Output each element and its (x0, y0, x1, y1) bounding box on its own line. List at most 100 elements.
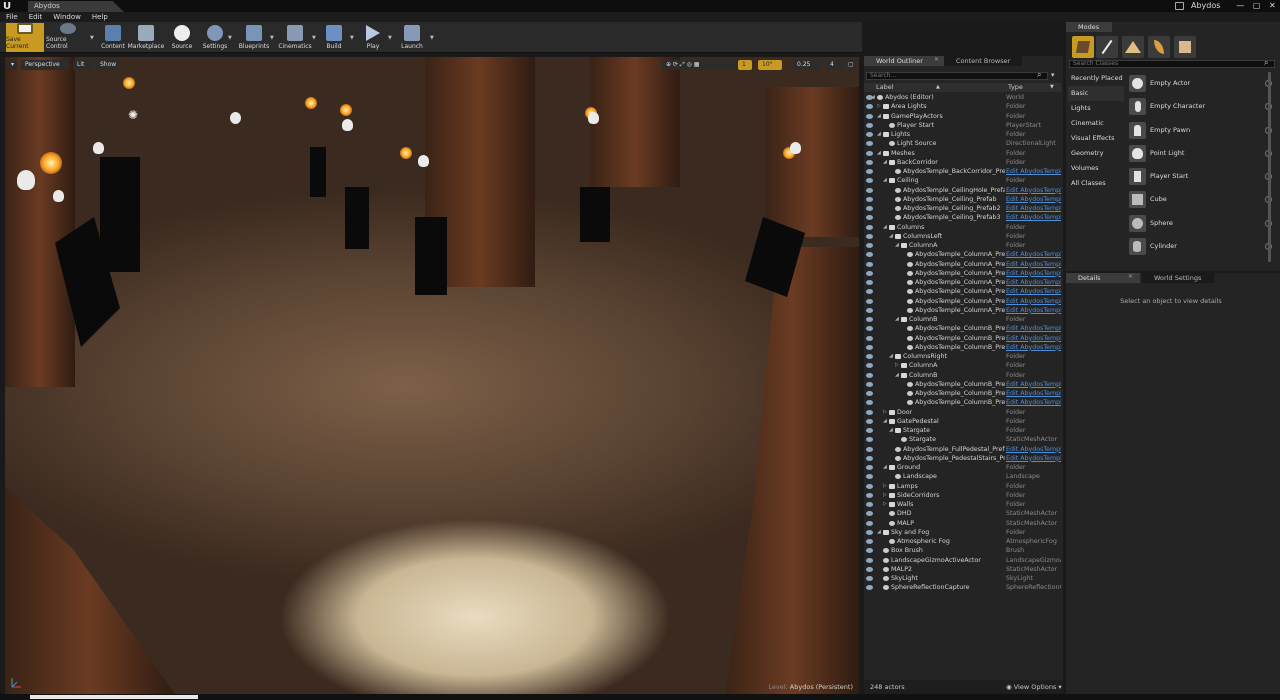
blueprints-dropdown-icon[interactable]: ▼ (270, 35, 274, 41)
tab-content-browser[interactable]: Content Browser (944, 56, 1022, 66)
point-light-icon[interactable] (93, 142, 104, 154)
edit-prefab-link[interactable]: Edit AbydosTempl (1006, 324, 1061, 333)
collapse-arrow-icon[interactable]: ◢ (889, 232, 893, 241)
collapse-arrow-icon[interactable]: ◢ (883, 417, 887, 426)
visibility-eye-icon[interactable] (866, 317, 873, 322)
table-row[interactable]: ◢ GatePedestal Folder (864, 417, 1061, 426)
visibility-eye-icon[interactable] (866, 132, 873, 137)
play-button[interactable]: Play (360, 23, 386, 52)
collapse-arrow-icon[interactable]: ◢ (895, 241, 899, 250)
table-row[interactable]: ◢ Columns Folder (864, 223, 1061, 232)
foliage-mode-icon[interactable] (1148, 36, 1170, 58)
table-row[interactable]: AbydosTemple_Ceiling_Prefab3 Edit AbydosT… (864, 213, 1061, 222)
minimize-button[interactable]: — (1236, 0, 1244, 12)
list-item[interactable]: Empty Actor? (1126, 72, 1274, 95)
table-row[interactable]: SphereReflectionCapture SphereReflectionC… (864, 583, 1061, 592)
table-row[interactable]: SkyLight SkyLight (864, 574, 1061, 583)
class-list-scrollbar[interactable] (1268, 72, 1271, 262)
table-row[interactable]: ◢ Lights Folder (864, 130, 1061, 139)
content-button[interactable]: Content (99, 23, 127, 52)
visibility-eye-icon[interactable] (866, 104, 873, 110)
visibility-eye-icon[interactable] (866, 233, 873, 239)
list-item[interactable]: Point Light? (1126, 142, 1274, 165)
list-item[interactable]: Empty Pawn? (1126, 119, 1274, 142)
play-dropdown-icon[interactable]: ▼ (388, 35, 392, 41)
edit-prefab-link[interactable]: Edit AbydosTempl (1006, 306, 1061, 315)
table-row[interactable]: AbydosTemple_ColumnB_PrefabEdit AbydosTe… (864, 324, 1061, 333)
visibility-eye-icon[interactable] (866, 400, 873, 406)
visibility-eye-icon[interactable] (866, 381, 873, 387)
settings-dropdown-icon[interactable]: ▼ (228, 35, 232, 41)
point-light-icon[interactable] (53, 190, 64, 202)
expand-arrow-icon[interactable]: ▷ (883, 500, 887, 509)
collapse-arrow-icon[interactable]: ◢ (883, 463, 887, 472)
collapse-arrow-icon[interactable]: ◢ (883, 223, 887, 232)
table-row[interactable]: Landscape Landscape (864, 472, 1061, 481)
visibility-eye-icon[interactable] (866, 363, 873, 369)
visibility-eye-icon[interactable] (866, 187, 873, 193)
visibility-eye-icon[interactable] (866, 428, 873, 433)
table-row[interactable]: ▷ Door Folder (864, 408, 1061, 417)
table-row[interactable]: AbydosTemple_FullPedestal_Prefab Edit Aby… (864, 445, 1061, 454)
document-tab[interactable]: Abydos (28, 1, 124, 12)
table-row[interactable]: AbydosTemple_ColumnB_PrefabEdit AbydosTe… (864, 343, 1061, 352)
visibility-eye-icon[interactable] (866, 354, 873, 359)
menu-edit[interactable]: Edit (29, 13, 43, 21)
collapse-arrow-icon[interactable]: ◢ (883, 176, 887, 185)
visibility-eye-icon[interactable] (866, 159, 873, 165)
visibility-eye-icon[interactable] (866, 150, 873, 156)
expand-arrow-icon[interactable]: ▷ (883, 408, 887, 417)
point-light-icon[interactable] (418, 155, 429, 167)
edit-prefab-link[interactable]: Edit AbydosTempl (1006, 287, 1061, 296)
edit-prefab-link[interactable]: Edit AbydosTempl (1006, 167, 1061, 176)
table-row[interactable]: AbydosTemple_CeilingHole_Prefab Edit Abyd… (864, 186, 1061, 195)
table-row[interactable]: ▷ Area Lights Folder (864, 102, 1061, 111)
search-classes-input[interactable]: Search Classes (1069, 60, 1275, 68)
launch-dropdown-icon[interactable]: ▼ (430, 35, 434, 41)
edit-prefab-link[interactable]: Edit AbydosTempl (1006, 260, 1061, 269)
table-row[interactable]: AbydosTemple_ColumnA_PrefabEdit AbydosTe… (864, 250, 1061, 259)
directional-light-icon[interactable]: ✺ (128, 109, 139, 121)
table-row[interactable]: ◢ GamePlayActors Folder (864, 112, 1061, 121)
table-row[interactable]: ▷ SideCorridors Folder (864, 491, 1061, 500)
table-row[interactable]: ◢ Stargate Folder (864, 426, 1061, 435)
visibility-eye-icon[interactable] (866, 335, 873, 341)
source-control-dropdown-icon[interactable]: ▼ (90, 35, 94, 41)
edit-prefab-link[interactable]: Edit AbydosTempl (1006, 297, 1061, 306)
geometry-mode-icon[interactable] (1174, 36, 1196, 58)
column-label[interactable]: Label (876, 83, 894, 92)
view-options-button[interactable]: ◉ View Options ▾ (1006, 680, 1062, 694)
visibility-eye-icon[interactable] (866, 372, 873, 378)
settings-button[interactable]: Settings (201, 23, 229, 52)
collapse-arrow-icon[interactable]: ◢ (877, 130, 881, 139)
maximize-viewport-button[interactable]: ▢ (848, 60, 856, 70)
edit-prefab-link[interactable]: Edit AbydosTempl (1006, 445, 1061, 454)
collapse-arrow-icon[interactable]: ◢ (895, 371, 899, 380)
table-row[interactable]: AbydosTemple_ColumnB_PrefabEdit AbydosTe… (864, 398, 1061, 407)
paint-mode-icon[interactable] (1096, 36, 1118, 58)
visibility-eye-icon[interactable] (866, 178, 873, 184)
menu-window[interactable]: Window (53, 13, 81, 21)
visibility-eye-icon[interactable] (866, 548, 873, 554)
perspective-button[interactable]: Perspective (21, 60, 69, 70)
category-visual-effects[interactable]: Visual Effects (1068, 131, 1124, 146)
table-row[interactable]: ◢ Ground Folder (864, 463, 1061, 472)
menu-file[interactable]: File (6, 13, 18, 21)
list-item[interactable]: Cylinder? (1126, 235, 1274, 258)
category-lights[interactable]: Lights (1068, 101, 1124, 116)
visibility-eye-icon[interactable] (866, 418, 873, 424)
edit-prefab-link[interactable]: Edit AbydosTempl (1006, 454, 1061, 463)
table-row[interactable]: ◢ ColumnA Folder (864, 241, 1061, 250)
sky-light-icon[interactable] (230, 112, 241, 124)
collapse-arrow-icon[interactable]: ◢ (877, 149, 881, 158)
close-button[interactable]: ✕ (1269, 0, 1276, 12)
edit-prefab-link[interactable]: Edit AbydosTempl (1006, 204, 1061, 213)
expand-arrow-icon[interactable]: ▷ (895, 361, 899, 370)
menu-help[interactable]: Help (92, 13, 108, 21)
scale-snap-button[interactable]: 0.25 (793, 60, 821, 70)
tab-modes[interactable]: Modes (1066, 22, 1112, 32)
edit-prefab-link[interactable]: Edit AbydosTempl (1006, 250, 1061, 259)
table-row[interactable]: AbydosTemple_ColumnB_PrefabEdit AbydosTe… (864, 389, 1061, 398)
visibility-eye-icon[interactable] (866, 557, 873, 563)
collapse-arrow-icon[interactable]: ◢ (877, 528, 881, 537)
